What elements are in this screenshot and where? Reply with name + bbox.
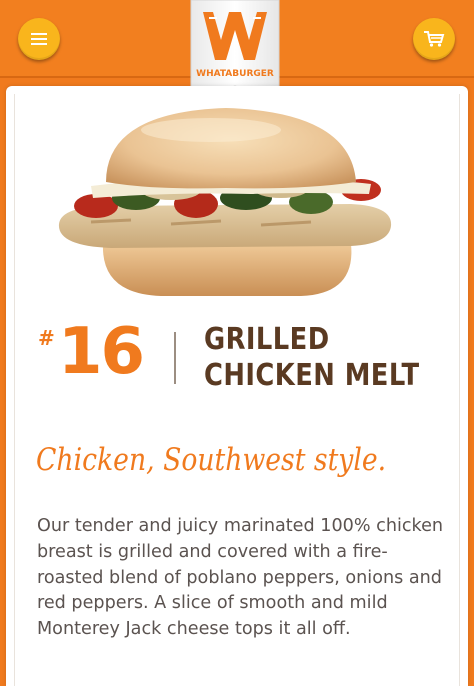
item-card: # 16 GRILLED CHICKEN MELT Chicken, South… <box>6 86 468 686</box>
menu-button[interactable] <box>18 18 60 60</box>
item-tagline: Chicken, Southwest style. <box>36 442 387 478</box>
cart-button[interactable] <box>413 18 455 60</box>
divider <box>174 332 176 384</box>
number-hash: # <box>38 326 55 350</box>
item-title: GRILLED CHICKEN MELT <box>204 322 420 393</box>
brand-name: WHATABURGER <box>196 69 274 79</box>
hamburger-menu-icon <box>31 33 47 45</box>
grilled-chicken-melt-image <box>58 108 392 296</box>
item-number: 16 <box>58 315 145 389</box>
shopping-cart-icon <box>424 31 445 47</box>
item-description: Our tender and juicy marinated 100% chic… <box>37 516 444 640</box>
item-number-row: # 16 GRILLED CHICKEN MELT <box>38 316 458 393</box>
